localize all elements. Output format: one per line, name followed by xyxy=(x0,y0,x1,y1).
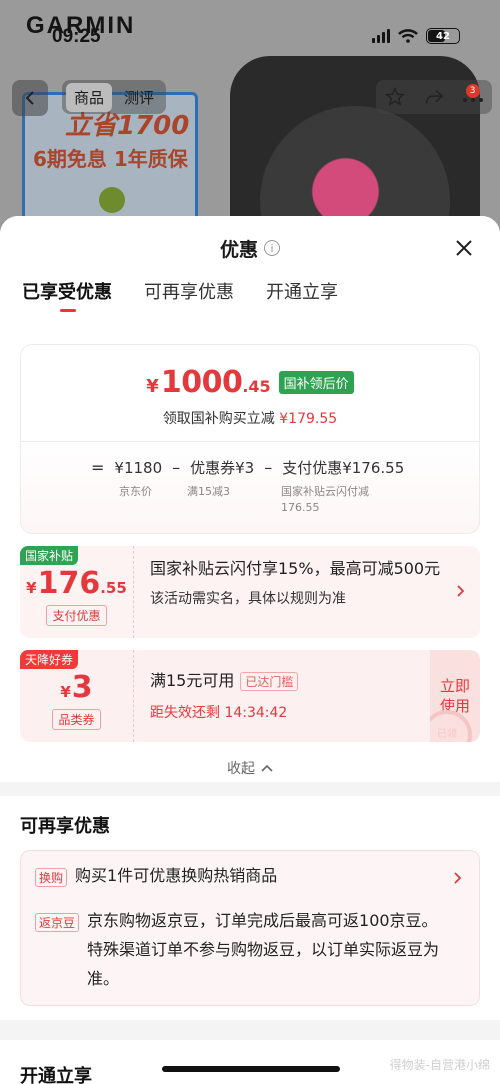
back-button[interactable] xyxy=(12,80,48,116)
notification-badge: 3 xyxy=(465,83,480,98)
tab-activate[interactable]: 开通立享 xyxy=(266,280,338,314)
coupon-note: 该活动需实名，具体以规则为准 xyxy=(150,591,346,607)
category-coupon: 天降好券 ¥ 3 品类券 满15元可用 已达门槛 距失效还剩 14:34:42 … xyxy=(20,650,480,742)
coupon-discount: 优惠券¥3 xyxy=(190,459,255,477)
tab-review[interactable]: 测评 xyxy=(116,83,162,112)
coupon-countdown: 距失效还剩 14:34:42 xyxy=(150,705,288,721)
item-tag: 返京豆 xyxy=(35,913,80,932)
note-coupon: 满15减3 xyxy=(187,485,230,498)
price-tag: 国补领后价 xyxy=(278,371,354,394)
coupon-description: 国家补贴云闪付享15%，最高可减500元 xyxy=(150,559,441,578)
wifi-icon xyxy=(398,29,418,43)
status-time: 09:25 xyxy=(52,26,101,47)
price-breakdown: = ¥1180 – 优惠券¥3 – 支付优惠¥176.55 京东价 满15减3 … xyxy=(91,458,405,514)
share-icon[interactable] xyxy=(423,86,445,108)
tab-product[interactable]: 商品 xyxy=(66,82,113,112)
chevron-left-icon xyxy=(25,91,34,105)
chevron-up-icon xyxy=(261,764,273,772)
signal-icon xyxy=(372,29,390,43)
subsidy-coupon[interactable]: 国家补贴 ¥ 176 .55 支付优惠 国家补贴云闪付享15%，最高可减500元… xyxy=(20,546,480,638)
coupon-amount: ¥ 176 .55 xyxy=(26,566,127,601)
watermark: 得物装-自营港小绵 xyxy=(389,1058,490,1072)
chevron-right-icon xyxy=(454,872,462,884)
info-icon[interactable]: i xyxy=(264,240,280,256)
coupon-corner-tag: 天降好券 xyxy=(20,650,79,669)
coupon-amount: ¥ 3 xyxy=(60,670,93,705)
price-summary-card: ¥ 1000 .45 国补领后价 领取国补购买立减 ¥179.55 = ¥118… xyxy=(20,344,480,534)
coupon-corner-tag: 国家补贴 xyxy=(20,546,79,565)
sheet-header: 优惠 i xyxy=(0,216,500,280)
tab-enjoyed[interactable]: 已享受优惠 xyxy=(22,280,112,314)
battery-icon: 42 xyxy=(426,28,460,44)
note-jd-price: 京东价 xyxy=(119,485,152,498)
discount-tabs: 已享受优惠 可再享优惠 开通立享 xyxy=(0,280,500,330)
payment-discount: 支付优惠¥176.55 xyxy=(282,459,405,477)
coupon-type: 品类券 xyxy=(52,709,101,730)
sheet-title: 优惠 xyxy=(219,238,258,261)
threshold-met-tag: 已达门槛 xyxy=(240,671,299,691)
more-discounts-card: 换购 购买1件可优惠换购热销商品 返京豆 京东购物返京豆，订单完成后最高可返10… xyxy=(20,850,480,1006)
more-discounts-section: 可再享优惠 换购 购买1件可优惠换购热销商品 返京豆 京东购物返京豆，订单完成后… xyxy=(0,796,500,1020)
chevron-right-icon xyxy=(457,585,465,597)
final-price: ¥ 1000 .45 xyxy=(146,365,271,400)
note-payment: 国家补贴云闪付减 176.55 xyxy=(281,485,369,514)
price-subtitle: 领取国补购买立减 ¥179.55 xyxy=(162,411,338,427)
product-tabs: 商品 测评 xyxy=(62,80,167,114)
list-item-jd-beans: 返京豆 京东购物返京豆，订单完成后最高可返100京豆。特殊渠道订单不参与购物返豆… xyxy=(35,910,465,993)
status-icons: 42 xyxy=(372,28,460,44)
tab-more-discounts[interactable]: 可再享优惠 xyxy=(144,280,234,314)
close-icon[interactable] xyxy=(454,238,474,258)
star-icon[interactable] xyxy=(384,86,406,108)
collapse-button[interactable]: 收起 xyxy=(0,758,500,778)
more-button[interactable]: 3 xyxy=(462,83,484,107)
coupon-condition: 满15元可用 xyxy=(150,671,235,690)
item-text: 京东购物返京豆，订单完成后最高可返100京豆。特殊渠道订单不参与购物返豆，以订单… xyxy=(87,911,440,988)
promo-line-2: 6期免息 1年质保 xyxy=(33,147,188,171)
section-title: 可再享优惠 xyxy=(20,816,110,837)
use-now-button[interactable]: 立即使用 已领 xyxy=(430,650,480,742)
item-tag: 换购 xyxy=(35,868,68,887)
jd-price: ¥1180 xyxy=(114,458,163,477)
item-text: 购买1件可优惠换购热销商品 xyxy=(75,866,278,885)
coupon-type: 支付优惠 xyxy=(46,605,107,626)
list-item-trade-in[interactable]: 换购 购买1件可优惠换购热销商品 xyxy=(35,865,465,890)
product-page-background: 立省1700 6期免息 1年质保 GARMIN 09:25 42 商品 测评 3 xyxy=(0,0,500,240)
home-indicator[interactable] xyxy=(162,1066,340,1072)
header-actions: 3 xyxy=(376,80,492,114)
discount-sheet: 优惠 i 已享受优惠 可再享优惠 开通立享 ¥ 1000 .45 国补领后价 领… xyxy=(0,216,500,1084)
